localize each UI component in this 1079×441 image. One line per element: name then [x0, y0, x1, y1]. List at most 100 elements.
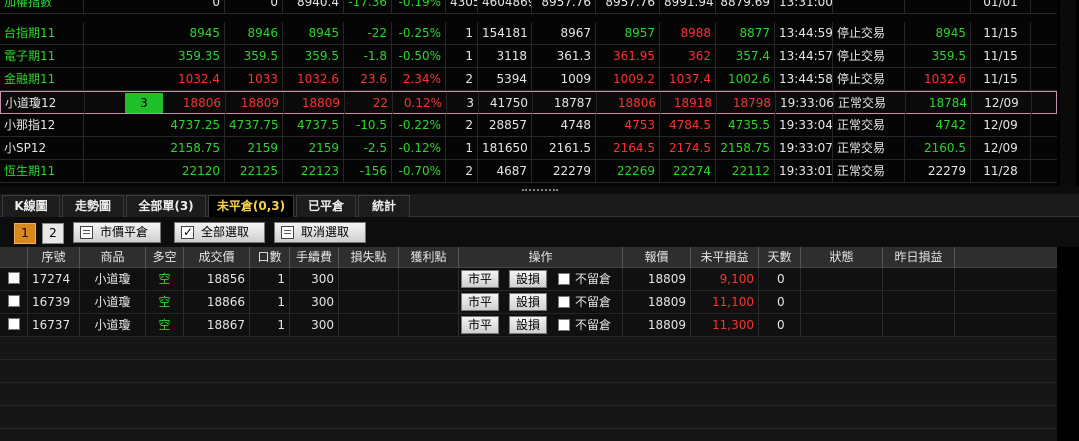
price-cell: 18856	[184, 268, 250, 290]
change-pct: 2.34%	[392, 68, 446, 90]
market-close-button[interactable]: 市平	[461, 316, 500, 334]
quote-board: 加權指數 0 0 8940.4 -17.36 -0.19% 4305 46048…	[0, 0, 1057, 186]
panel-splitter[interactable]	[0, 186, 1079, 194]
set-stop-button[interactable]: 設損	[509, 316, 548, 334]
take-profit-cell[interactable]	[399, 291, 459, 313]
positions-scrollbar[interactable]	[1057, 247, 1079, 441]
change-pct: -0.12%	[392, 137, 446, 159]
qty: 1	[446, 137, 478, 159]
status: 停止交易	[833, 45, 905, 67]
no-overnight-checkbox[interactable]	[558, 296, 570, 308]
seq-cell: 16739	[28, 291, 80, 313]
row-checkbox[interactable]	[8, 295, 20, 307]
low: 2158.75	[716, 137, 775, 159]
col-seq[interactable]: 序號	[28, 247, 80, 268]
tab-bar: K線圖 走勢圖 全部單(3) 未平倉(0,3) 已平倉 統計	[0, 194, 1079, 217]
col-stop-loss[interactable]: 損失點	[339, 247, 399, 268]
col-unrealized-pnl[interactable]: 未平損益	[691, 247, 759, 268]
symbol-name: 電子期11	[0, 45, 84, 67]
ref-price: 18787	[533, 92, 597, 114]
set-stop-button[interactable]: 設損	[509, 293, 548, 311]
tab-kline[interactable]: K線圖	[2, 195, 60, 217]
symbol-name: 小道瓊12	[1, 92, 85, 114]
scrollbar-thumb[interactable]	[1060, 0, 1076, 186]
set-stop-button[interactable]: 設損	[509, 270, 548, 288]
high: 362	[660, 45, 716, 67]
tab-all-orders[interactable]: 全部單(3)	[126, 195, 206, 217]
market-close-button[interactable]: 市平	[461, 270, 500, 288]
col-quote[interactable]: 報價	[623, 247, 691, 268]
col-side[interactable]: 多空	[146, 247, 184, 268]
stop-loss-cell[interactable]	[339, 314, 399, 336]
high: 1037.4	[660, 68, 716, 90]
col-price[interactable]: 成交價	[184, 247, 250, 268]
empty-row	[0, 406, 1079, 429]
row-checkbox[interactable]	[8, 272, 20, 284]
expiry: 11/15	[971, 22, 1031, 44]
deselect-all-button[interactable]: 取消選取	[274, 222, 366, 243]
low: 8877	[716, 22, 775, 44]
col-take-profit[interactable]: 獲利點	[399, 247, 459, 268]
stop-loss-cell[interactable]	[339, 268, 399, 290]
low: 357.4	[716, 45, 775, 67]
no-overnight-checkbox[interactable]	[558, 273, 570, 285]
tab-closed-positions[interactable]: 已平倉	[296, 195, 356, 217]
pnl-cell: 11,300	[691, 314, 759, 336]
symbol-name: 恆生期11	[0, 160, 84, 182]
settle: 8945	[905, 22, 971, 44]
col-fee[interactable]: 手續費	[290, 247, 339, 268]
select-cell	[0, 291, 28, 313]
quote-row[interactable]: 加權指數 0 0 8940.4 -17.36 -0.19% 4305 46048…	[0, 0, 1057, 14]
tab-open-positions[interactable]: 未平倉(0,3)	[208, 195, 294, 217]
change-pct: -0.50%	[392, 45, 446, 67]
quote-row[interactable]: 小那指12 4737.25 4737.75 4737.5 -10.5 -0.22…	[0, 114, 1057, 137]
tab-trend[interactable]: 走勢圖	[62, 195, 124, 217]
quote-row[interactable]: 恆生期11 22120 22125 22123 -156 -0.70% 2 46…	[0, 160, 1057, 183]
no-overnight-checkbox[interactable]	[558, 319, 570, 331]
market-close-button[interactable]: 市平	[461, 293, 500, 311]
empty-row	[0, 337, 1079, 360]
settle: 359.5	[905, 45, 971, 67]
status: 停止交易	[833, 68, 905, 90]
order-count-badge[interactable]: 3	[125, 93, 163, 113]
status: 正常交易	[833, 160, 905, 182]
table-header: 序號 商品 多空 成交價 口數 手續費 損失點 獲利點 操作 報價 未平損益 天…	[0, 247, 1079, 268]
last: 4737.5	[283, 114, 344, 136]
tab-statistics[interactable]: 統計	[358, 195, 410, 217]
quote-cell: 18809	[623, 268, 691, 290]
col-product[interactable]: 商品	[80, 247, 146, 268]
table-row[interactable]: 16739 小道瓊 空 18866 1 300 市平 設損 不留倉 18809 …	[0, 291, 1079, 314]
seq-cell: 17274	[28, 268, 80, 290]
col-action[interactable]: 操作	[459, 247, 623, 268]
expiry: 11/15	[971, 68, 1031, 90]
select-all-button[interactable]: 全部選取	[174, 222, 265, 243]
col-days[interactable]: 天數	[759, 247, 801, 268]
ref-price: 22279	[532, 160, 596, 182]
take-profit-cell[interactable]	[399, 314, 459, 336]
last: 22123	[283, 160, 344, 182]
stop-loss-cell[interactable]	[339, 291, 399, 313]
ref-price: 2161.5	[532, 137, 596, 159]
take-profit-cell[interactable]	[399, 268, 459, 290]
table-row[interactable]: 17274 小道瓊 空 18856 1 300 市平 設損 不留倉 18809 …	[0, 268, 1079, 291]
col-lots[interactable]: 口數	[250, 247, 290, 268]
quote-row[interactable]: 金融期11 1032.4 1033 1032.6 23.6 2.34% 2 53…	[0, 68, 1057, 91]
table-row[interactable]: 16737 小道瓊 空 18867 1 300 市平 設損 不留倉 18809 …	[0, 314, 1079, 337]
row-checkbox[interactable]	[8, 318, 20, 330]
col-yesterday-pnl[interactable]: 昨日損益	[883, 247, 955, 268]
quote-row[interactable]: 小SP12 2158.75 2159 2159 -2.5 -0.12% 1 18…	[0, 137, 1057, 160]
market-close-all-button[interactable]: 市價平倉	[73, 222, 161, 243]
quote-row[interactable]: 電子期11 359.35 359.5 359.5 -1.8 -0.50% 1 3…	[0, 45, 1057, 68]
side-cell: 空	[146, 291, 184, 313]
change: -2.5	[344, 137, 392, 159]
side-cell: 空	[146, 268, 184, 290]
page-1-button[interactable]: 1	[14, 223, 36, 244]
checkbox-checked-icon	[181, 223, 194, 242]
status-cell	[801, 314, 883, 336]
col-status[interactable]: 狀態	[801, 247, 883, 268]
quote-row-selected[interactable]: 小道瓊12 3 18806 18809 18809 22 0.12% 3 417…	[0, 91, 1057, 114]
page-2-button[interactable]: 2	[42, 223, 64, 244]
fee-cell: 300	[290, 291, 339, 313]
quote-row[interactable]: 台指期11 8945 8946 8945 -22 -0.25% 1 154181…	[0, 22, 1057, 45]
quote-scrollbar[interactable]	[1057, 0, 1079, 186]
